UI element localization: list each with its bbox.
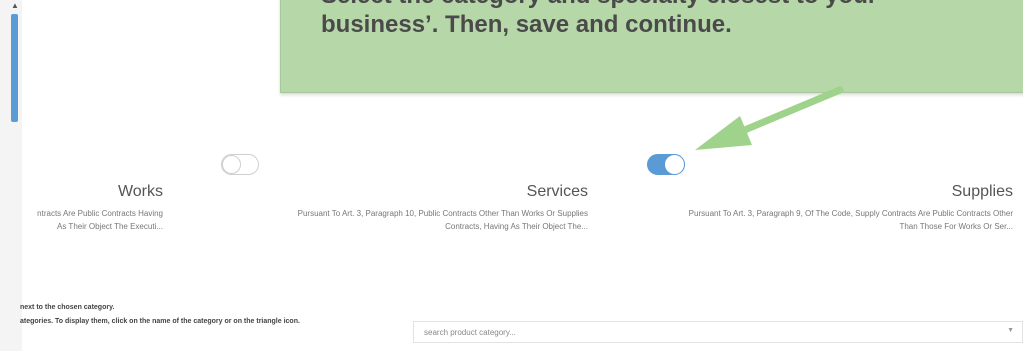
desc-line: As Their Object The Executi...	[57, 222, 163, 231]
category-desc-works: ntracts Are Public Contracts Having As T…	[0, 207, 163, 233]
toggle-knob	[222, 155, 241, 174]
callout-line-1: Select the category and specialty closes…	[321, 0, 877, 10]
desc-line: Pursuant To Art. 3, Paragraph 10, Public…	[297, 209, 588, 218]
desc-line: Pursuant To Art. 3, Paragraph 9, Of The …	[688, 209, 1013, 218]
callout-text: Select the category and specialty closes…	[321, 0, 877, 39]
category-title-works[interactable]: Works	[118, 183, 163, 201]
toggle-knob	[664, 154, 685, 175]
category-desc-supplies: Pursuant To Art. 3, Paragraph 9, Of The …	[633, 207, 1013, 233]
scroll-up-arrow-icon[interactable]: ▲	[11, 2, 19, 10]
category-title-services[interactable]: Services	[527, 183, 588, 201]
tutorial-callout: Select the category and specialty closes…	[280, 0, 1023, 93]
callout-line-2: business’. Then, save and continue.	[321, 11, 732, 38]
instruction-line-2: ategories. To display them, click on the…	[20, 318, 300, 325]
chevron-down-icon[interactable]: ▼	[1007, 327, 1014, 334]
search-input[interactable]	[422, 327, 986, 338]
desc-line: Than Those For Works Or Ser...	[899, 222, 1013, 231]
toggle-services[interactable]	[221, 154, 259, 175]
instruction-line-1: next to the chosen category.	[20, 304, 115, 311]
scrollbar-thumb[interactable]	[11, 14, 18, 122]
vertical-scrollbar[interactable]: ▲	[0, 0, 22, 351]
product-category-search[interactable]: ▼	[413, 321, 1023, 343]
desc-line: ntracts Are Public Contracts Having	[37, 209, 163, 218]
category-title-supplies[interactable]: Supplies	[952, 183, 1013, 201]
category-desc-services: Pursuant To Art. 3, Paragraph 10, Public…	[228, 207, 588, 233]
toggle-supplies[interactable]	[647, 154, 685, 175]
desc-line: Contracts, Having As Their Object The...	[445, 222, 588, 231]
